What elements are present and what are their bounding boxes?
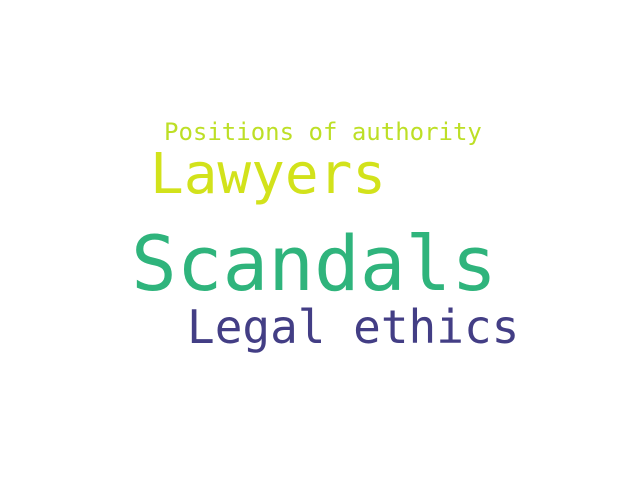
word-legal-ethics: Legal ethics [187,300,520,354]
word-positions-of-authority: Positions of authority [164,118,482,146]
word-scandals: Scandals [131,219,498,308]
word-cloud: Positions of authority Lawyers Scandals … [0,0,640,480]
word-lawyers: Lawyers [150,142,387,207]
